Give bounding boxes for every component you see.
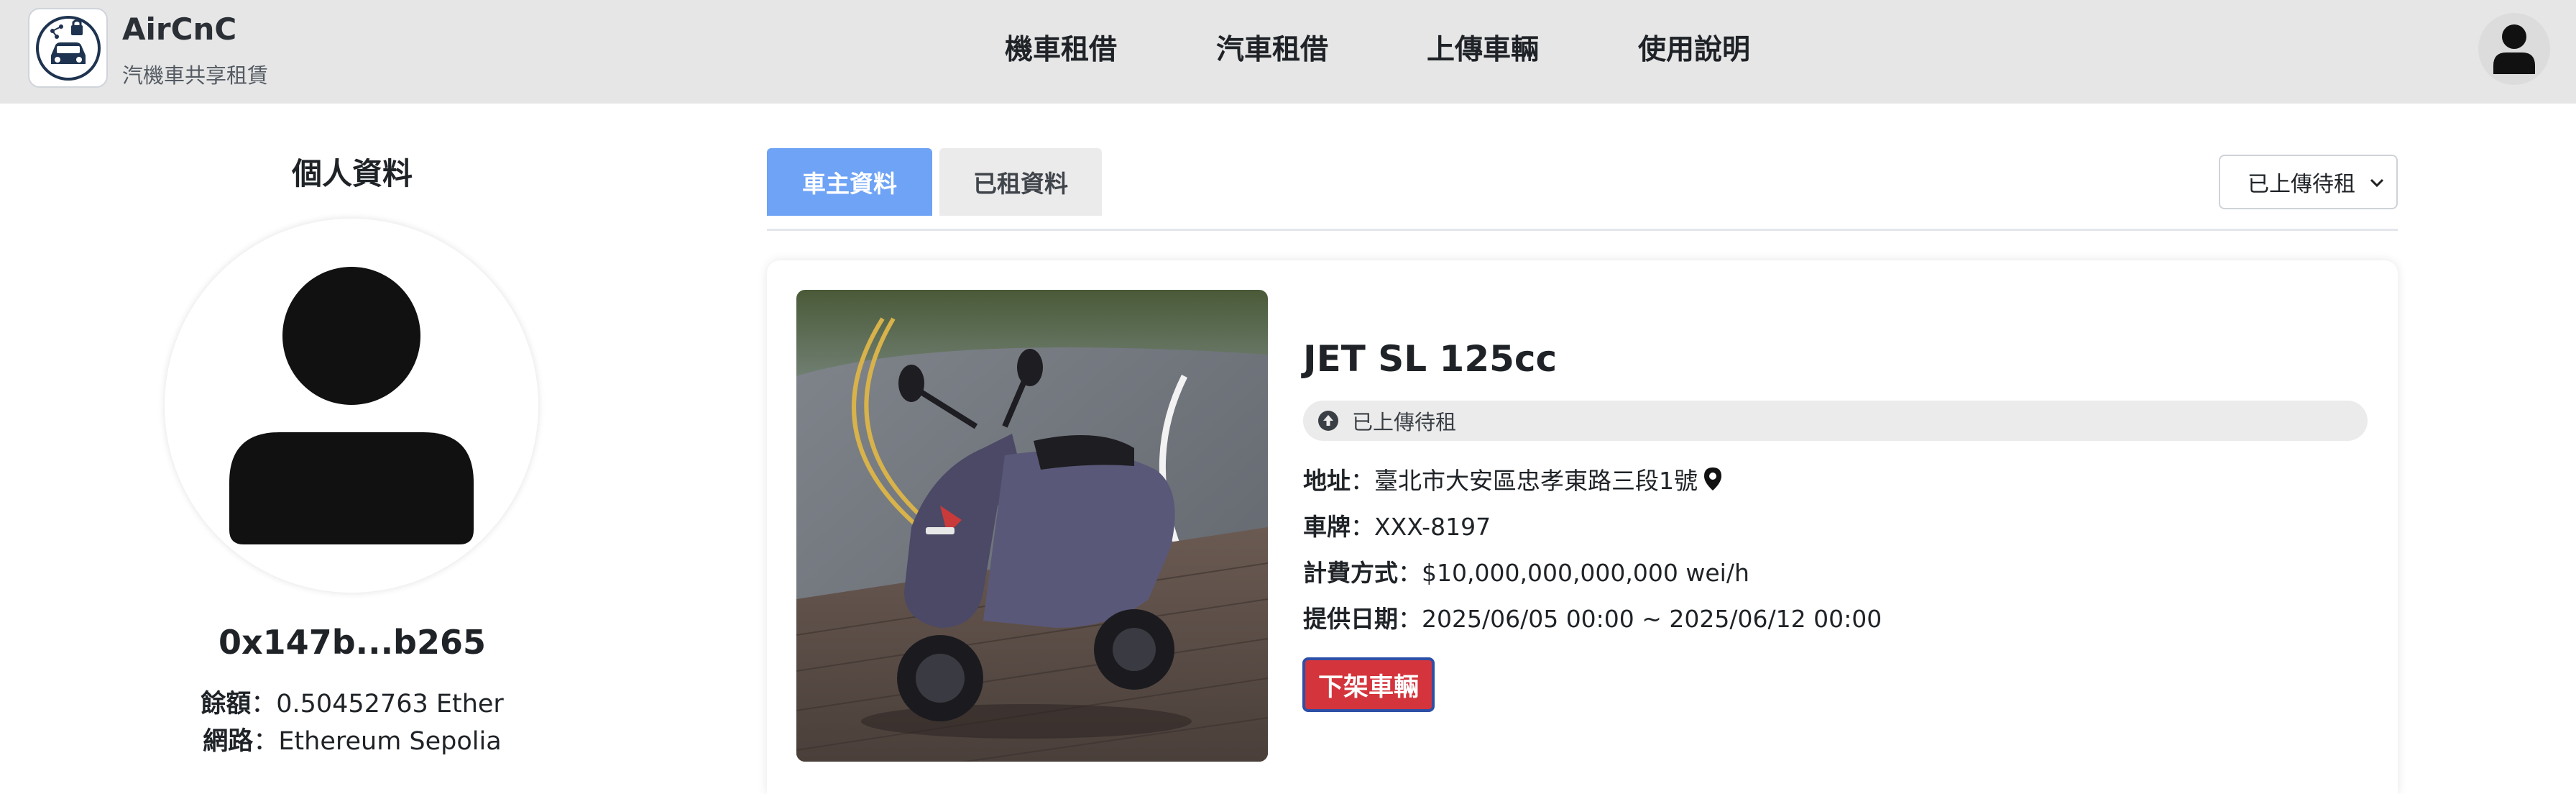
status-filter-value: 已上傳待租 — [2248, 172, 2355, 197]
nav-item-car-rental[interactable]: 汽車租借 — [1216, 29, 1328, 72]
date-label: 提供日期 — [1303, 605, 1398, 633]
user-menu-button[interactable] — [2478, 13, 2550, 85]
remove-vehicle-button[interactable]: 下架車輛 — [1302, 657, 1435, 712]
vehicle-dates: 提供日期 ：2025/06/05 00:00 ~ 2025/06/12 00:00 — [1303, 600, 1882, 634]
network-label: 網路 — [203, 727, 254, 756]
profile-title: 個人資料 — [291, 156, 413, 191]
vehicle-photo — [796, 290, 1268, 762]
top-navbar: AirCnC 汽機車共享租賃 機車租借 汽車租借 上傳車輛 使用說明 — [0, 0, 2576, 104]
status-filter-select[interactable]: 已上傳待租 — [2219, 155, 2398, 209]
status-badge: 已上傳待租 — [1303, 401, 2368, 441]
avatar — [165, 219, 538, 593]
nav-item-upload-vehicle[interactable]: 上傳車輛 — [1427, 29, 1539, 72]
nav-item-instructions[interactable]: 使用說明 — [1638, 29, 1750, 72]
vehicle-billing: 計費方式 ：$10,000,000,000,000 wei/h — [1303, 554, 1749, 588]
balance-label: 餘額 — [201, 690, 252, 718]
balance-value: ：0.50452763 Ether — [251, 690, 504, 718]
map-pin-icon[interactable] — [1703, 467, 1722, 491]
network-line: 網路：Ethereum Sepolia — [0, 721, 704, 757]
user-avatar-icon — [229, 267, 474, 544]
vehicle-address: 地址 ：臺北市大安區忠孝東路三段1號 — [1303, 462, 1722, 496]
tab-rented-info[interactable]: 已租資料 — [939, 148, 1102, 216]
network-value: ：Ethereum Sepolia — [253, 727, 502, 756]
tab-owner-info[interactable]: 車主資料 — [767, 148, 932, 216]
brand-subtitle: 汽機車共享租賃 — [122, 63, 269, 88]
date-value: ：2025/06/05 00:00 ~ 2025/06/12 00:00 — [1398, 605, 1882, 633]
address-label: 地址 — [1303, 467, 1351, 495]
address-value: ：臺北市大安區忠孝東路三段1號 — [1351, 467, 1698, 495]
brand-title: AirCnC — [122, 12, 237, 47]
vehicle-name: JET SL 125cc — [1303, 338, 1558, 380]
wallet-address: 0x147b...b265 — [218, 623, 486, 662]
billing-label: 計費方式 — [1303, 559, 1398, 587]
upload-circle-icon — [1317, 410, 1339, 432]
vehicle-plate: 車牌 ：XXX-8197 — [1303, 508, 1491, 542]
balance-line: 餘額：0.50452763 Ether — [0, 683, 704, 720]
status-text: 已上傳待租 — [1352, 410, 1457, 434]
nav-item-scooter-rental[interactable]: 機車租借 — [1005, 29, 1117, 72]
plate-label: 車牌 — [1303, 513, 1351, 541]
chevron-down-icon — [2370, 178, 2384, 188]
car-share-logo-icon[interactable] — [28, 8, 108, 88]
tabs-divider — [767, 229, 2398, 231]
billing-value: ：$10,000,000,000,000 wei/h — [1398, 559, 1749, 587]
user-icon — [2493, 24, 2535, 74]
plate-value: ：XXX-8197 — [1351, 513, 1491, 541]
